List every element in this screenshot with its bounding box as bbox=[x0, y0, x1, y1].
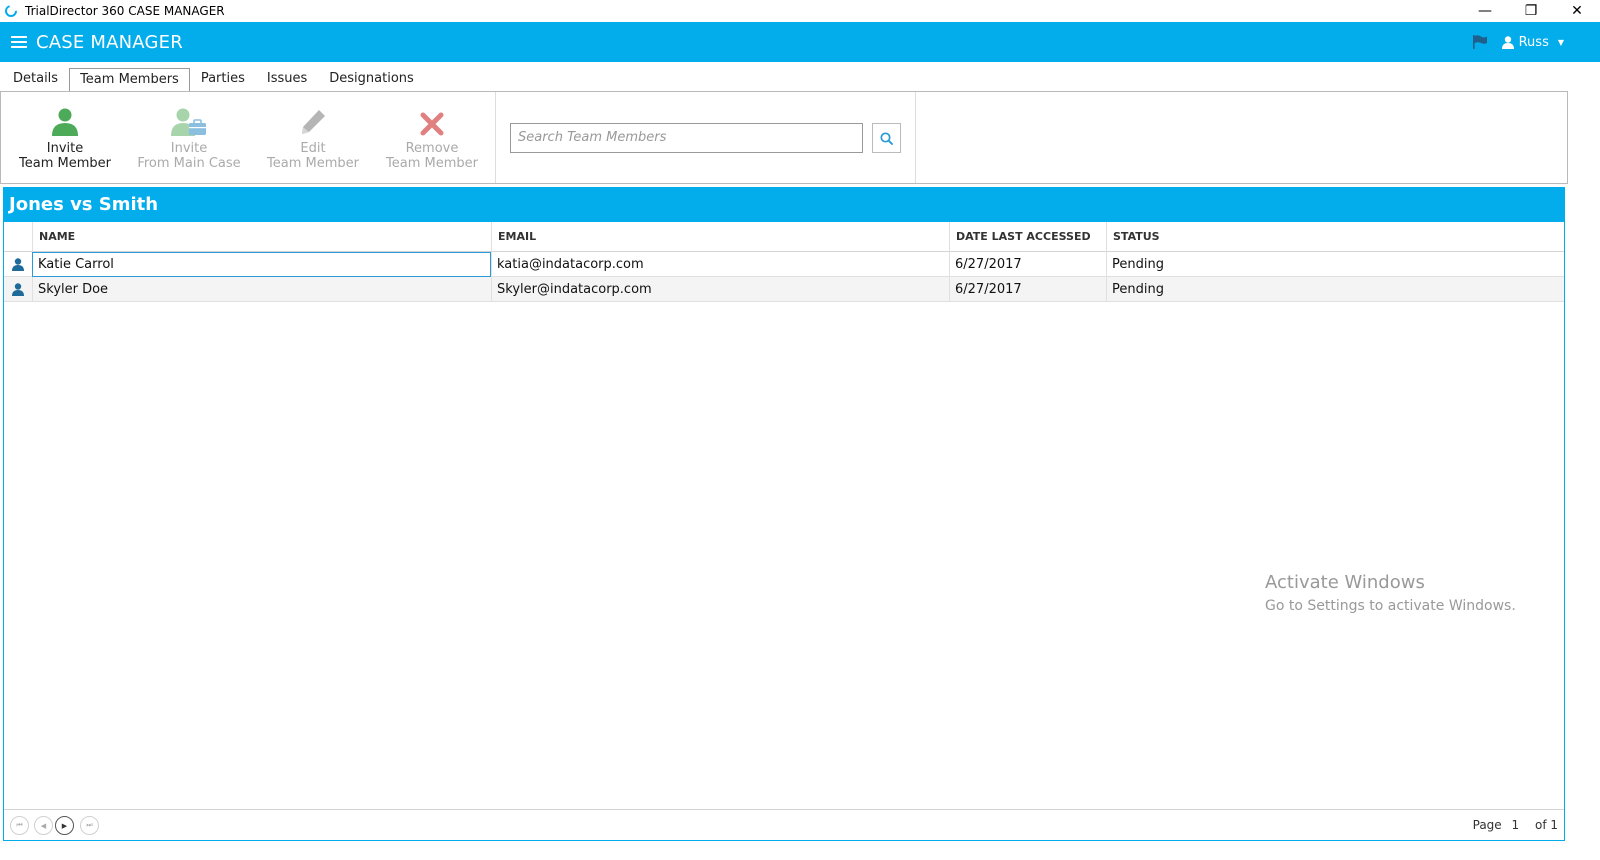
invite-label-line2: Team Member bbox=[19, 156, 111, 171]
tab-details[interactable]: Details bbox=[2, 67, 69, 91]
column-header-status[interactable]: STATUS bbox=[1106, 222, 1564, 252]
table-row[interactable]: Skyler Doe Skyler@indatacorp.com 6/27/20… bbox=[4, 277, 1564, 302]
grid-pager: ⏮ ◀ ▶ ⏭ Page 1 of 1 bbox=[4, 809, 1564, 840]
remove-label-line2: Team Member bbox=[386, 156, 478, 171]
cell-email[interactable]: Skyler@indatacorp.com bbox=[491, 277, 949, 302]
team-members-grid: Jones vs Smith NAME EMAIL DATE LAST ACCE… bbox=[3, 187, 1565, 841]
column-header-date-last-accessed[interactable]: DATE LAST ACCESSED bbox=[949, 222, 1106, 252]
watermark-title: Activate Windows bbox=[1265, 572, 1425, 593]
window-titlebar: TrialDirector 360 CASE MANAGER — ❐ ✕ bbox=[0, 0, 1600, 22]
remove-x-icon bbox=[420, 112, 444, 136]
page-number-input[interactable]: 1 bbox=[1512, 818, 1520, 832]
last-page-button[interactable]: ⏭ bbox=[80, 816, 99, 835]
cell-name[interactable]: Skyler Doe bbox=[32, 277, 491, 302]
cell-date[interactable]: 6/27/2017 bbox=[949, 277, 1106, 302]
cell-status[interactable]: Pending bbox=[1106, 277, 1564, 302]
search-input[interactable]: Search Team Members bbox=[510, 123, 863, 153]
restore-button[interactable]: ❐ bbox=[1508, 0, 1554, 22]
hamburger-menu-icon[interactable] bbox=[11, 36, 27, 48]
cell-status[interactable]: Pending bbox=[1106, 252, 1564, 277]
search-button[interactable] bbox=[872, 123, 901, 153]
close-button[interactable]: ✕ bbox=[1554, 0, 1600, 22]
header-actions: Russ ▼ bbox=[1472, 22, 1564, 62]
page-total: of 1 bbox=[1534, 818, 1558, 832]
user-name: Russ bbox=[1518, 34, 1549, 50]
page-label: Page bbox=[1472, 818, 1502, 832]
remove-label-line1: Remove bbox=[405, 141, 459, 156]
minimize-button[interactable]: — bbox=[1462, 0, 1508, 22]
invite-team-member-button[interactable]: Invite Team Member bbox=[5, 104, 125, 171]
watermark-subtitle: Go to Settings to activate Windows. bbox=[1265, 598, 1516, 614]
grid-header: NAME EMAIL DATE LAST ACCESSED STATUS bbox=[4, 222, 1564, 252]
search-icon bbox=[880, 131, 893, 145]
flag-icon[interactable] bbox=[1472, 35, 1488, 49]
column-header-name[interactable]: NAME bbox=[32, 222, 491, 252]
invite-from-main-case-button[interactable]: Invite From Main Case bbox=[129, 104, 249, 171]
edit-label-line1: Edit bbox=[300, 141, 326, 156]
next-page-button[interactable]: ▶ bbox=[55, 816, 74, 835]
invite-main-label-line1: Invite bbox=[170, 141, 208, 156]
tab-bar: Details Team Members Parties Issues Desi… bbox=[0, 66, 1600, 92]
tab-team-members[interactable]: Team Members bbox=[69, 68, 190, 92]
window-controls: — ❐ ✕ bbox=[1462, 0, 1600, 22]
toolbar-divider bbox=[495, 92, 496, 183]
user-briefcase-icon bbox=[171, 108, 206, 136]
previous-page-button[interactable]: ◀ bbox=[34, 816, 53, 835]
remove-team-member-button[interactable]: Remove Team Member bbox=[372, 104, 492, 171]
edit-label-line2: Team Member bbox=[267, 156, 359, 171]
invite-label-line1: Invite bbox=[46, 141, 84, 156]
tab-designations[interactable]: Designations bbox=[318, 67, 425, 91]
table-row[interactable]: Katie Carrol katia@indatacorp.com 6/27/2… bbox=[4, 252, 1564, 277]
first-page-button[interactable]: ⏮ bbox=[10, 816, 29, 835]
user-add-icon bbox=[52, 108, 78, 136]
member-user-icon bbox=[4, 252, 32, 277]
tab-issues[interactable]: Issues bbox=[256, 67, 318, 91]
page-info: Page 1 of 1 bbox=[1467, 810, 1558, 841]
member-user-icon bbox=[4, 277, 32, 302]
trialdirector-logo-icon bbox=[5, 5, 17, 17]
toolbar: Invite Team Member Invite From Main Case… bbox=[0, 91, 1568, 184]
chevron-down-icon: ▼ bbox=[1557, 37, 1564, 47]
window-title: TrialDirector 360 CASE MANAGER bbox=[25, 4, 225, 18]
user-menu[interactable]: Russ ▼ bbox=[1501, 34, 1564, 50]
cell-name[interactable]: Katie Carrol bbox=[32, 252, 491, 277]
tab-parties[interactable]: Parties bbox=[190, 67, 256, 91]
edit-team-member-button[interactable]: Edit Team Member bbox=[253, 104, 373, 171]
invite-main-label-line2: From Main Case bbox=[137, 156, 241, 171]
pencil-icon bbox=[302, 110, 325, 134]
cell-email[interactable]: katia@indatacorp.com bbox=[491, 252, 949, 277]
column-header-email[interactable]: EMAIL bbox=[491, 222, 949, 252]
case-title: Jones vs Smith bbox=[4, 188, 1564, 222]
user-icon bbox=[1501, 35, 1514, 49]
toolbar-divider bbox=[915, 92, 916, 183]
activate-windows-watermark: Activate Windows Go to Settings to activ… bbox=[1265, 572, 1516, 614]
cell-date[interactable]: 6/27/2017 bbox=[949, 252, 1106, 277]
app-header: CASE MANAGER Russ ▼ bbox=[0, 22, 1600, 62]
app-title: CASE MANAGER bbox=[36, 31, 183, 53]
